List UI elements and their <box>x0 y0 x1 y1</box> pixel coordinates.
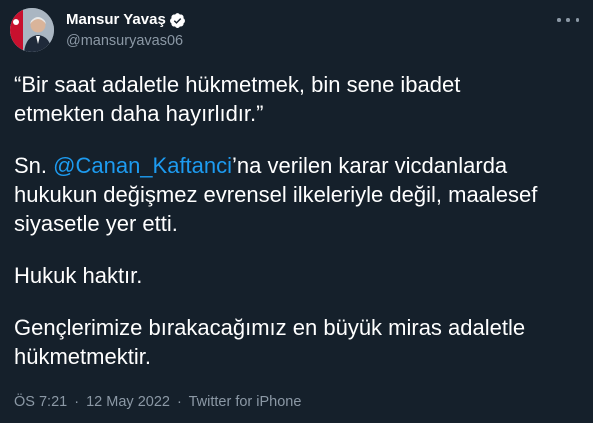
quote-line-1: “Bir saat adaletle hükmetmek, bin sene i… <box>14 72 461 97</box>
paragraph-line-2: hukukun değişmez evrensel ilkeleriyle de… <box>14 182 538 207</box>
closing-paragraph: Gençlerimize bırakacağımız en büyük mira… <box>14 313 579 371</box>
tweet-source[interactable]: Twitter for iPhone <box>189 394 302 410</box>
meta-separator: · <box>176 394 182 410</box>
more-options-icon[interactable] <box>557 12 579 28</box>
mention-paragraph: Sn. @Canan_Kaftanci’na verilen karar vic… <box>14 151 579 238</box>
quote-paragraph: “Bir saat adaletle hükmetmek, bin sene i… <box>14 70 579 128</box>
meta-separator: · <box>74 394 80 410</box>
quote-line-2: etmekten daha hayırlıdır.” <box>14 101 264 126</box>
author-names: Mansur Yavaş @mansuryavas06 <box>66 10 186 51</box>
tweet-meta: ÖS 7:21 · 12 May 2022 · Twitter for iPho… <box>14 393 301 411</box>
paragraph-line-3: siyasetle yer etti. <box>14 211 178 236</box>
mention-link[interactable]: @Canan_Kaftanci <box>53 153 232 178</box>
tweet-text: “Bir saat adaletle hükmetmek, bin sene i… <box>14 70 579 371</box>
tweet-header: Mansur Yavaş @mansuryavas06 <box>10 8 583 52</box>
more-dot <box>566 18 570 22</box>
short-paragraph: Hukuk haktır. <box>14 261 579 290</box>
avatar-image <box>10 8 54 52</box>
name-row: Mansur Yavaş <box>66 10 186 30</box>
more-dot <box>575 18 579 22</box>
more-dot <box>557 18 561 22</box>
tweet-date[interactable]: 12 May 2022 <box>86 394 170 410</box>
avatar[interactable] <box>10 8 54 52</box>
tweet-time[interactable]: ÖS 7:21 <box>14 394 67 410</box>
tweet-card: Mansur Yavaş @mansuryavas06 “Bir saat ad… <box>0 0 593 423</box>
paragraph-prefix: Sn. <box>14 153 54 178</box>
paragraph-line-1: Gençlerimize bırakacağımız en büyük mira… <box>14 315 526 340</box>
verified-badge-icon <box>169 12 186 29</box>
author-handle[interactable]: @mansuryavas06 <box>66 31 186 51</box>
paragraph-text: ’na verilen karar vicdanlarda <box>232 153 508 178</box>
display-name[interactable]: Mansur Yavaş <box>66 10 166 30</box>
paragraph-line-2: hükmetmektir. <box>14 344 151 369</box>
paragraph-text: Hukuk haktır. <box>14 263 143 288</box>
